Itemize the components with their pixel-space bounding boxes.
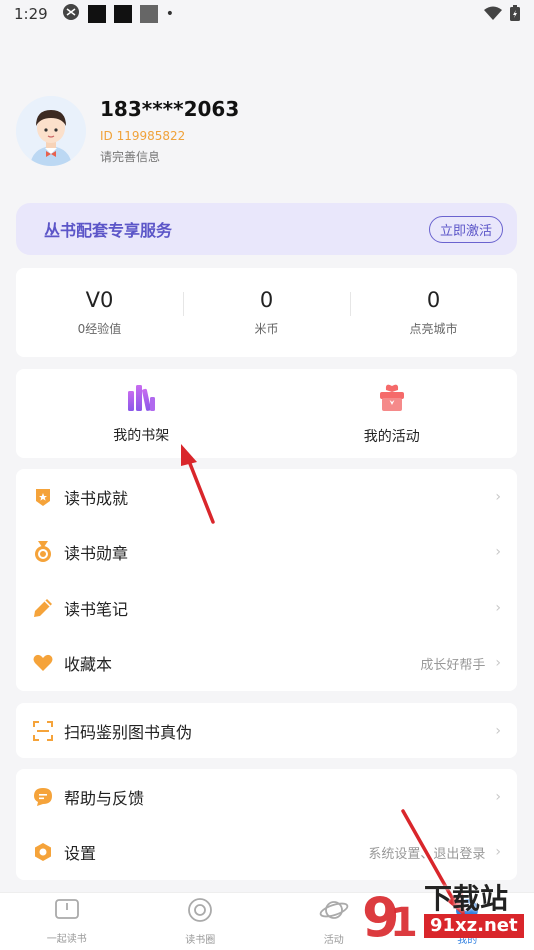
menu-hint: 系统设置、退出登录 xyxy=(368,846,486,862)
circle-icon xyxy=(187,897,213,927)
tab-label: 读书圈 xyxy=(185,935,216,946)
chevron-right-icon: › xyxy=(495,722,501,739)
menu-item-favorites[interactable]: 收藏本 成长好帮手 › xyxy=(16,636,517,692)
menu-label: 帮助与反馈 xyxy=(64,788,145,808)
menu-label: 扫码鉴别图书真伪 xyxy=(64,722,193,742)
scan-card: 扫码鉴别图书真伪 › xyxy=(16,703,517,758)
status-time: 1:29 xyxy=(14,5,48,23)
book-icon xyxy=(54,898,80,926)
quick-label: 我的活动 xyxy=(363,428,420,445)
chevron-right-icon: › xyxy=(495,488,501,505)
stat-label: 点亮城市 xyxy=(409,322,458,336)
user-phone: 183****2063 xyxy=(100,97,240,121)
quick-entries: 我的书架 我的活动 xyxy=(16,369,517,458)
user-id: ID 119985822 xyxy=(100,129,186,143)
watermark-brand: 下载站 xyxy=(424,882,509,915)
menu-label: 读书成就 xyxy=(64,488,129,508)
achievement-icon xyxy=(32,486,54,508)
menu-item-settings[interactable]: 设置 系统设置、退出登录 › xyxy=(16,825,517,881)
menu-item-notes[interactable]: 读书笔记 › xyxy=(16,580,517,636)
settings-icon xyxy=(32,841,54,863)
notification-icon xyxy=(113,5,132,23)
wifi-icon xyxy=(484,6,502,24)
notification-icon xyxy=(139,5,158,23)
chevron-right-icon: › xyxy=(495,788,501,805)
menu-hint: 成长好帮手 xyxy=(420,657,486,673)
chevron-right-icon: › xyxy=(495,655,501,672)
battery-icon xyxy=(510,5,520,25)
gift-icon xyxy=(377,382,407,416)
tab-read-together[interactable]: 一起读书 xyxy=(0,893,134,950)
planet-icon xyxy=(319,897,349,927)
chevron-right-icon: › xyxy=(495,599,501,616)
menu-label: 设置 xyxy=(64,844,97,864)
chevron-right-icon: › xyxy=(495,544,501,561)
site-watermark: 9 1 下载站 91xz.net xyxy=(360,882,530,950)
tab-label: 一起读书 xyxy=(46,934,87,945)
pencil-icon xyxy=(32,597,54,619)
vip-title: 丛书配套专享服务 xyxy=(44,221,173,240)
activate-button[interactable]: 立即激活 xyxy=(428,215,503,243)
stat-label: 米币 xyxy=(254,322,279,336)
stat-value: 0 xyxy=(426,288,441,312)
medal-icon xyxy=(32,541,54,563)
heart-icon xyxy=(32,652,54,674)
stat-coins[interactable]: 0 米币 xyxy=(183,288,350,337)
menu-label: 读书笔记 xyxy=(64,599,129,619)
support-card: 帮助与反馈 › 设置 系统设置、退出登录 › xyxy=(16,769,517,880)
my-bookshelf-button[interactable]: 我的书架 xyxy=(16,383,267,445)
tab-label: 活动 xyxy=(323,935,344,946)
quick-label: 我的书架 xyxy=(113,427,170,444)
bookshelf-icon xyxy=(126,383,156,415)
avatar[interactable] xyxy=(16,96,86,166)
menu-item-scan[interactable]: 扫码鉴别图书真伪 › xyxy=(16,703,517,758)
stat-cities[interactable]: 0 点亮城市 xyxy=(350,288,517,337)
menu-item-medal[interactable]: 读书勋章 › xyxy=(16,525,517,581)
stat-label: 0经验值 xyxy=(77,322,122,336)
menu-item-help[interactable]: 帮助与反馈 › xyxy=(16,769,517,825)
svg-text:1: 1 xyxy=(390,900,418,946)
notification-icon xyxy=(62,3,80,25)
watermark-domain: 91xz.net xyxy=(424,914,524,938)
notification-icon xyxy=(87,5,106,23)
stat-value: 0 xyxy=(259,288,274,312)
stat-value: V0 xyxy=(85,288,114,312)
stat-experience[interactable]: V0 0经验值 xyxy=(16,288,183,337)
chat-icon xyxy=(32,786,54,808)
vip-banner[interactable]: 丛书配套专享服务 立即激活 xyxy=(16,203,517,255)
reading-menu: 读书成就 › 读书勋章 › 读书笔记 › 收藏本 成长好帮手 › xyxy=(16,469,517,691)
complete-info-link[interactable]: 请完善信息 xyxy=(100,148,239,165)
menu-label: 收藏本 xyxy=(64,655,113,675)
status-bar: 1:29 • xyxy=(0,0,534,28)
tab-reading-circle[interactable]: 读书圈 xyxy=(134,893,268,950)
menu-label: 读书勋章 xyxy=(64,544,129,564)
scan-icon xyxy=(32,720,54,742)
chevron-right-icon: › xyxy=(495,844,501,861)
stats-card: V0 0经验值 0 米币 0 点亮城市 xyxy=(16,268,517,357)
profile-header[interactable]: 183****2063 ID 119985822 请完善信息 xyxy=(16,96,239,166)
my-activities-button[interactable]: 我的活动 xyxy=(267,382,518,446)
more-notifications-icon: • xyxy=(165,6,174,22)
menu-item-achievement[interactable]: 读书成就 › xyxy=(16,469,517,525)
